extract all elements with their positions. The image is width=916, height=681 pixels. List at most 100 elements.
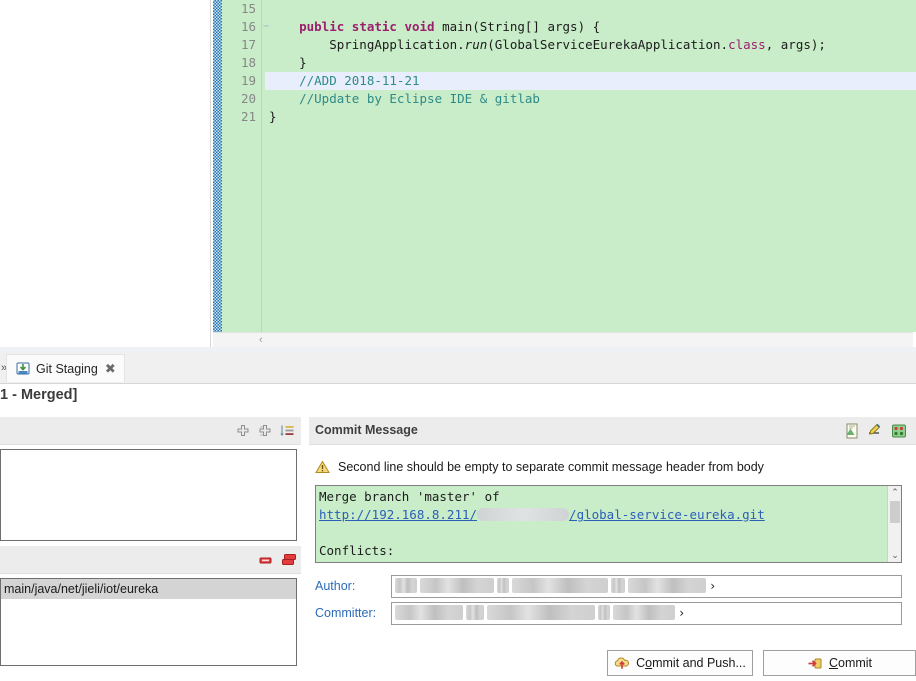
field-tail: › — [709, 579, 717, 593]
author-label: Author: — [315, 579, 356, 593]
code-token: main(String[] args) { — [434, 19, 601, 34]
committer-field[interactable]: › — [391, 602, 902, 625]
amend-commit-icon[interactable] — [889, 421, 909, 441]
scrollbar-thumb[interactable] — [890, 501, 900, 523]
code-line[interactable]: //ADD 2018-11-21 — [265, 72, 916, 90]
scroll-down-arrow-icon[interactable]: ⌄ — [888, 549, 901, 562]
code-line[interactable]: public static void main(String[] args) { — [265, 18, 916, 36]
warning-text: Second line should be empty to separate … — [338, 460, 764, 474]
redacted-text — [512, 578, 608, 593]
code-token: static — [351, 19, 397, 34]
code-token: SpringApplication. — [269, 37, 465, 52]
close-icon[interactable]: ✖ — [105, 362, 116, 375]
line-number: 18 — [240, 55, 256, 70]
line-number: 16 — [222, 18, 269, 36]
java-editor[interactable]: 15 1617 18 19 20 21 public static void main(S… — [211, 0, 916, 352]
commit-message-link[interactable]: http://192.168.8.211/ — [319, 507, 477, 522]
commit-message-text-run: Merge branch 'master' of — [319, 489, 500, 504]
commit-message-column: Commit Message Second line should be emp… — [309, 417, 916, 681]
unstage-selected-icon[interactable] — [256, 551, 276, 569]
redacted-text — [477, 508, 570, 521]
commit-and-push-button[interactable]: Commit and Push... — [607, 650, 753, 676]
commit-message-line — [316, 524, 901, 542]
commit-message-warning: Second line should be empty to separate … — [315, 457, 905, 477]
commit-label: Commit — [828, 656, 873, 670]
redacted-text — [420, 578, 494, 593]
unstaged-files-list[interactable] — [0, 449, 297, 541]
code-token: class — [728, 37, 766, 52]
redacted-text — [497, 578, 509, 593]
editor-canvas[interactable]: 15 1617 18 19 20 21 public static void main(S… — [213, 0, 916, 332]
committer-row: Committer: › — [315, 602, 902, 626]
author-field[interactable]: › — [391, 575, 902, 598]
repository-header: 1 - Merged] — [0, 384, 916, 417]
commit-message-scrollbar[interactable]: ⌃ ⌄ — [887, 486, 901, 562]
redacted-text — [395, 578, 417, 593]
tab-git-staging[interactable]: Git Staging ✖ — [6, 354, 125, 382]
scroll-left-arrow-icon[interactable]: ‹ — [259, 334, 263, 347]
author-row: Author: › — [315, 575, 902, 599]
code-token: run — [464, 37, 488, 52]
staged-files-list[interactable]: main/java/net/jieli/iot/eureka — [0, 578, 297, 666]
commit-actions: Commit and Push... Commit — [309, 650, 916, 680]
redacted-text — [395, 605, 463, 620]
commit-message-text-run: Conflicts: — [319, 543, 395, 558]
redacted-text — [466, 605, 484, 620]
line-number: 21 — [240, 109, 256, 124]
view-tab-bar: » Git Staging ✖ Filter files — [0, 352, 916, 384]
commit-message-header: Commit Message — [309, 417, 916, 445]
source-code[interactable]: public static void main(String[] args) {… — [265, 0, 916, 332]
add-change-id-icon[interactable] — [842, 421, 862, 441]
commit-message-editor[interactable]: Merge branch 'master' of http://192.168.8… — [315, 485, 902, 563]
code-line[interactable] — [265, 0, 916, 18]
code-token: } — [269, 55, 307, 70]
redacted-text — [598, 605, 610, 620]
line-number: 19 — [240, 73, 256, 88]
line-number: 20 — [240, 91, 256, 106]
code-line[interactable]: SpringApplication.run(GlobalServiceEurek… — [265, 36, 916, 54]
sort-list-icon[interactable] — [277, 422, 297, 440]
redacted-text — [487, 605, 595, 620]
redacted-text — [611, 578, 625, 593]
file-list-item[interactable]: main/java/net/jieli/iot/eureka — [1, 579, 296, 599]
commit-message-line: Conflicts: — [316, 542, 901, 560]
warning-icon — [315, 460, 330, 474]
changes-column: main/java/net/jieli/iot/eureka — [0, 417, 301, 681]
line-number: 17 — [240, 37, 256, 52]
editor-area: 15 1617 18 19 20 21 public static void main(S… — [0, 0, 916, 352]
code-line[interactable]: } — [265, 108, 916, 126]
stage-all-icon[interactable] — [255, 422, 275, 440]
committer-label: Committer: — [315, 606, 377, 620]
line-number: 15 — [240, 1, 256, 16]
repository-title: 1 - Merged] — [0, 387, 78, 403]
commit-button[interactable]: Commit — [763, 650, 916, 676]
line-number-ruler: 15 1617 18 19 20 21 — [222, 0, 269, 332]
scroll-up-arrow-icon[interactable]: ⌃ — [888, 486, 901, 499]
redacted-text — [613, 605, 675, 620]
commit-message-link[interactable]: /global-service-eureka.git — [569, 507, 765, 522]
commit-and-push-label: Commit and Push... — [636, 656, 746, 670]
add-signed-off-by-icon[interactable] — [865, 421, 885, 441]
code-line[interactable]: //Update by Eclipse IDE & gitlab — [265, 90, 916, 108]
staged-changes-header — [0, 546, 301, 574]
redacted-text — [628, 578, 706, 593]
editor-left-gap — [0, 0, 211, 352]
code-token: //Update by Eclipse IDE & gitlab — [269, 91, 540, 106]
stage-selected-icon[interactable] — [233, 422, 253, 440]
code-token: public — [299, 19, 345, 34]
code-token: } — [269, 109, 277, 124]
commit-message-line: Merge branch 'master' of — [316, 488, 901, 506]
git-staging-icon — [15, 361, 31, 377]
code-token: void — [404, 19, 435, 34]
tab-label: Git Staging — [36, 361, 98, 376]
gutter-divider — [261, 0, 262, 332]
commit-message-text[interactable]: Merge branch 'master' of http://192.168.8… — [316, 486, 901, 560]
code-token: (GlobalServiceEurekaApplication. — [487, 37, 729, 52]
unstage-all-icon[interactable] — [279, 551, 299, 569]
commit-message-title: Commit Message — [315, 423, 418, 437]
editor-horizontal-scrollbar[interactable]: ‹ — [213, 332, 913, 347]
field-tail: › — [678, 606, 686, 620]
code-line[interactable]: } — [265, 54, 916, 72]
